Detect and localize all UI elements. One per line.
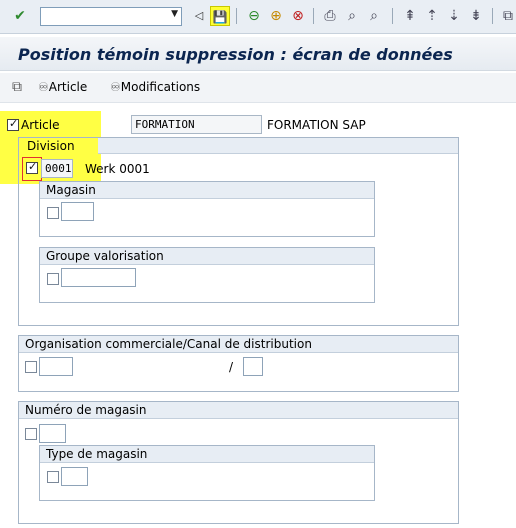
magasin-title: Magasin [46,183,96,197]
first-page-icon[interactable]: ⇞ [400,6,420,26]
magasin-checkbox[interactable] [47,207,59,219]
check-icon: ✓ [9,117,19,130]
toolbar-separator [492,8,493,24]
hierarchy-icon[interactable]: ⧉ [12,79,22,95]
create-session-icon[interactable]: ⧉ [498,6,516,26]
last-page-icon[interactable]: ⇟ [466,6,486,26]
toolbar-separator [236,8,237,24]
division-field[interactable]: 0001 [41,159,73,178]
numero-magasin-title: Numéro de magasin [25,403,147,417]
toolbar-separator [392,8,393,24]
back-triangle-icon[interactable]: ◁ [189,6,209,26]
article-label: Article [21,118,60,132]
magasin-group-header: Magasin [40,182,374,199]
groupe-valorisation-title: Groupe valorisation [46,249,164,263]
find-icon[interactable]: ⌕ [342,6,362,26]
type-magasin-field[interactable] [61,467,88,486]
org-commerciale-field[interactable] [39,357,73,376]
magasin-field[interactable] [61,202,94,221]
groupe-valorisation-field[interactable] [61,268,136,287]
glasses-icon: ♾ [110,80,121,94]
org-canal-separator: / [229,360,234,374]
glasses-icon: ♾ [38,80,49,94]
division-title: Division [27,139,75,153]
find-next-icon[interactable]: ⌕ [364,6,384,26]
groupe-valorisation-header: Groupe valorisation [40,248,374,265]
numero-magasin-field[interactable] [39,424,66,443]
canal-distribution-field[interactable] [243,357,263,376]
org-commerciale-title: Organisation commerciale/Canal de distri… [25,337,312,351]
article-button[interactable]: ♾Article [38,80,87,94]
modifications-button[interactable]: ♾Modifications [110,80,200,94]
org-commerciale-header: Organisation commerciale/Canal de distri… [19,336,458,353]
back-icon[interactable]: ⊖ [244,6,264,26]
type-magasin-title: Type de magasin [46,447,148,461]
cancel-icon[interactable]: ⊗ [288,6,308,26]
toolbar-separator [313,8,314,24]
division-description: Werk 0001 [85,162,150,176]
type-magasin-header: Type de magasin [40,446,374,463]
groupe-valorisation-checkbox[interactable] [47,273,59,285]
chevron-down-icon[interactable]: ▼ [171,9,178,19]
numero-magasin-header: Numéro de magasin [19,402,458,419]
command-field[interactable]: ▼ [40,7,182,26]
article-description: FORMATION SAP [267,118,366,132]
check-icon: ✓ [28,160,38,173]
previous-page-icon[interactable]: ⇡ [422,6,442,26]
numero-magasin-checkbox[interactable] [25,428,37,440]
article-field[interactable]: FORMATION [131,115,262,134]
exit-icon[interactable]: ⊕ [266,6,286,26]
save-icon[interactable]: 💾 [210,6,230,26]
org-commerciale-checkbox[interactable] [25,361,37,373]
type-magasin-checkbox[interactable] [47,471,59,483]
division-checkbox[interactable]: ✓ [26,160,38,174]
next-page-icon[interactable]: ⇣ [444,6,464,26]
page-title: Position témoin suppression : écran de d… [18,45,453,64]
print-icon[interactable]: ⎙ [320,6,340,26]
command-input[interactable] [41,8,167,25]
article-checkbox[interactable]: ✓ [7,117,19,131]
check-icon[interactable]: ✔ [10,6,30,26]
